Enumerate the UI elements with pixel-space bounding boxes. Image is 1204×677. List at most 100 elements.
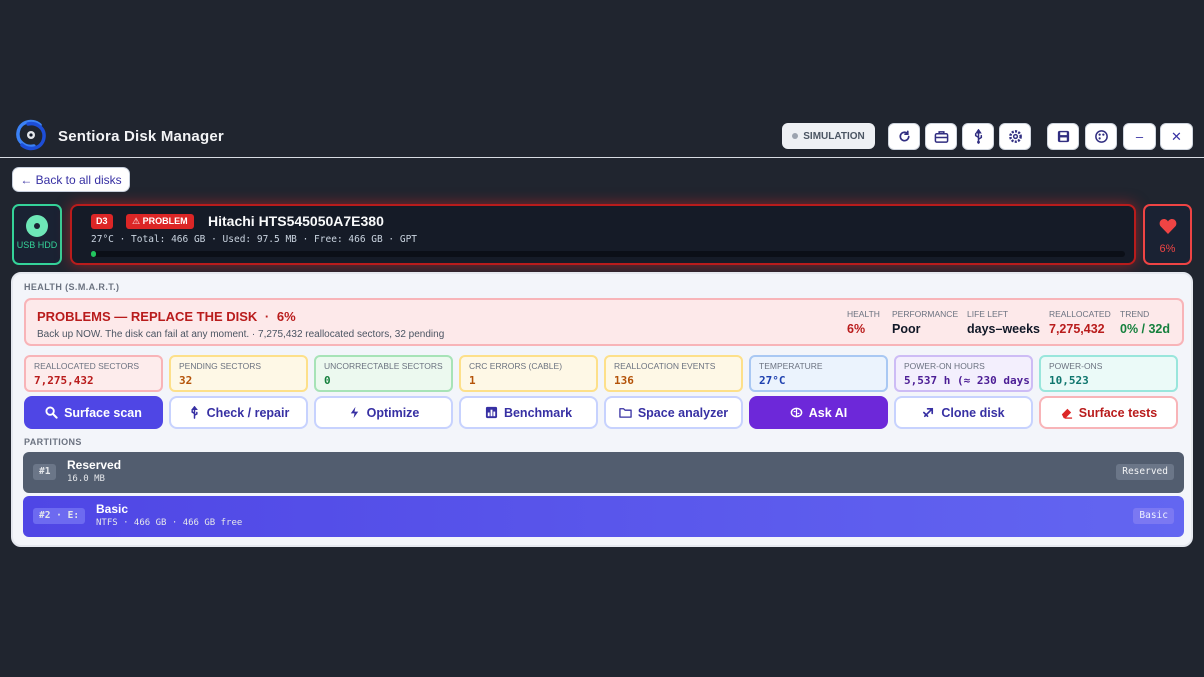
- search-icon: [45, 406, 58, 419]
- partition-name: Basic: [96, 502, 129, 516]
- app-title: Sentiora Disk Manager: [58, 128, 224, 145]
- ask-ai-button[interactable]: Ask AI: [749, 396, 888, 429]
- metric-label: POWER-ON HOURS: [904, 361, 985, 371]
- partition-number: #1: [33, 464, 57, 480]
- palette-icon: [1094, 130, 1108, 143]
- save-button[interactable]: [1047, 123, 1079, 150]
- check-repair-button[interactable]: Check / repair: [169, 396, 308, 429]
- metric-label: TEMPERATURE: [759, 361, 823, 371]
- metric-label: POWER-ONS: [1049, 361, 1103, 371]
- metric-value: 136: [614, 374, 634, 387]
- back-button[interactable]: ← Back to all disks: [12, 167, 130, 192]
- space-analyzer-button[interactable]: Space analyzer: [604, 396, 743, 429]
- status-badge-label: PROBLEM: [142, 216, 188, 226]
- health-percent: 6%: [1159, 243, 1176, 255]
- partition-tag: Basic: [1133, 508, 1174, 524]
- alert-message: Back up NOW. The disk can fail at any mo…: [37, 329, 445, 340]
- stat-reallocated: REALLOCATED 7,275,432: [1049, 309, 1111, 336]
- optimize-button[interactable]: Optimize: [314, 396, 453, 429]
- surface-scan-label: Surface scan: [64, 405, 142, 420]
- close-icon: ✕: [1171, 128, 1182, 144]
- toolbox-icon: [934, 131, 948, 143]
- disc-icon: [26, 215, 48, 237]
- health-tile: 6%: [1143, 204, 1192, 265]
- disk-detail-panel: HEALTH (S.M.A.R.T.) PROBLEMS — REPLACE T…: [11, 272, 1193, 547]
- toolbox-button[interactable]: [925, 123, 957, 150]
- status-badge: ⚠ PROBLEM: [126, 214, 194, 229]
- surface-tests-button[interactable]: Surface tests: [1039, 396, 1178, 429]
- stat-value: 0% / 32d: [1120, 322, 1171, 336]
- metric-value: 7,275,432: [34, 374, 94, 387]
- theme-button[interactable]: [1085, 123, 1117, 150]
- usage-bar-fill: [91, 251, 97, 257]
- refresh-icon: [898, 130, 910, 142]
- partition-row-reserved[interactable]: #1 Reserved 16.0 MB Reserved: [23, 452, 1184, 493]
- alert-title: PROBLEMS — REPLACE THE DISK · 6%: [37, 309, 296, 324]
- metric-temperature: TEMPERATURE 27°C: [749, 355, 888, 392]
- settings-button[interactable]: [999, 123, 1031, 150]
- brain-icon: [790, 407, 803, 418]
- space-analyzer-label: Space analyzer: [637, 405, 729, 420]
- disk-summary-card[interactable]: D3 ⚠ PROBLEM Hitachi HTS545050A7E380 27°…: [70, 204, 1136, 265]
- partition-info: NTFS · 466 GB · 466 GB free: [96, 518, 243, 528]
- clone-disk-button[interactable]: Clone disk: [894, 396, 1033, 429]
- usage-bar: [91, 251, 1125, 257]
- surface-tests-label: Surface tests: [1078, 405, 1158, 420]
- health-section-label: HEALTH (S.M.A.R.T.): [24, 282, 120, 292]
- disk-info: 27°C · Total: 466 GB · Used: 97.5 MB · F…: [91, 234, 418, 245]
- benchmark-button[interactable]: Benchmark: [459, 396, 598, 429]
- metric-label: CRC ERRORS (CABLE): [469, 361, 563, 371]
- wrench-icon: [190, 406, 198, 419]
- status-dot-icon: [792, 133, 799, 139]
- stat-value: Poor: [892, 322, 921, 336]
- bolt-icon: [350, 406, 358, 419]
- app-logo-icon: [16, 119, 46, 151]
- partition-info: 16.0 MB: [67, 474, 105, 484]
- close-button[interactable]: ✕: [1160, 123, 1193, 150]
- disk-type-tile: USB HDD: [12, 204, 62, 265]
- stat-value: 6%: [847, 322, 866, 336]
- partition-number: #2 · E:: [33, 508, 86, 524]
- stat-health: HEALTH 6%: [847, 309, 880, 336]
- clone-icon: [923, 407, 934, 418]
- disk-type-label: USB HDD: [16, 240, 58, 250]
- disk-id-badge: D3: [91, 214, 113, 229]
- metric-crc-errors: CRC ERRORS (CABLE) 1: [459, 355, 598, 392]
- stat-label: LIFE LEFT: [967, 309, 1009, 319]
- usb-button[interactable]: [962, 123, 994, 150]
- optimize-label: Optimize: [366, 405, 420, 420]
- partition-row-basic[interactable]: #2 · E: Basic NTFS · 466 GB · 466 GB fre…: [23, 496, 1184, 537]
- metric-label: PENDING SECTORS: [179, 361, 262, 371]
- stat-life-left: LIFE LEFT days–weeks: [967, 309, 1040, 336]
- minimize-button[interactable]: –: [1123, 123, 1156, 150]
- metric-label: REALLOCATION EVENTS: [614, 361, 716, 371]
- stat-performance: PERFORMANCE Poor: [892, 309, 958, 336]
- stat-trend: TREND 0% / 32d: [1120, 309, 1170, 336]
- health-alert: PROBLEMS — REPLACE THE DISK · 6% Back up…: [24, 298, 1184, 346]
- stat-label: REALLOCATED: [1049, 309, 1111, 319]
- metric-reallocated-sectors: REALLOCATED SECTORS 7,275,432: [24, 355, 163, 392]
- warning-icon: ⚠: [132, 216, 141, 226]
- alert-separator: ·: [264, 309, 270, 324]
- eraser-icon: [1061, 408, 1072, 419]
- title-bar: Sentiora Disk Manager SIMULATION – ✕: [0, 112, 1204, 158]
- partitions-section-label: PARTITIONS: [24, 437, 82, 447]
- alert-title-text: PROBLEMS — REPLACE THE DISK: [37, 309, 258, 324]
- simulation-badge[interactable]: SIMULATION: [782, 123, 875, 149]
- folder-icon: [619, 408, 632, 418]
- metric-value: 10,523: [1049, 374, 1089, 387]
- metric-value: 1: [469, 374, 476, 387]
- heart-icon: [1159, 219, 1176, 234]
- metric-value: 32: [179, 374, 193, 387]
- ask-ai-label: Ask AI: [808, 405, 848, 420]
- refresh-button[interactable]: [888, 123, 920, 150]
- surface-scan-button[interactable]: Surface scan: [24, 396, 163, 429]
- metric-label: UNCORRECTABLE SECTORS: [324, 361, 443, 371]
- partition-tag: Reserved: [1116, 464, 1174, 480]
- minimize-icon: –: [1135, 129, 1144, 144]
- metric-uncorrectable-sectors: UNCORRECTABLE SECTORS 0: [314, 355, 453, 392]
- stat-value: days–weeks: [967, 322, 1040, 336]
- metric-label: REALLOCATED SECTORS: [34, 361, 140, 371]
- metric-power-on-hours: POWER-ON HOURS 5,537 h (≈ 230 days): [894, 355, 1033, 392]
- clone-disk-label: Clone disk: [941, 405, 1005, 420]
